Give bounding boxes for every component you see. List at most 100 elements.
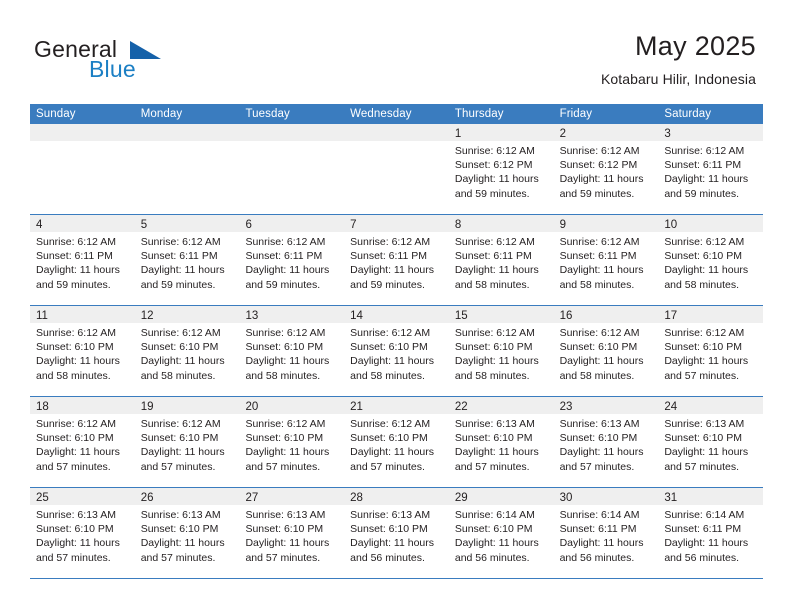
day-details bbox=[344, 141, 449, 144]
day-detail-line: and 59 minutes. bbox=[664, 187, 740, 200]
calendar-day-cell-empty bbox=[344, 124, 449, 214]
day-details: Sunrise: 6:12 AM Sunset: 6:11 PM Daylight:… bbox=[449, 232, 554, 292]
calendar-day-cell-15[interactable]: 15 Sunrise: 6:12 AM Sunset: 6:10 PM Dayligh… bbox=[448, 306, 554, 396]
day-details: Sunrise: 6:12 AM Sunset: 6:11 PM Daylight:… bbox=[30, 232, 135, 292]
calendar-day-cell-26[interactable]: 26 Sunrise: 6:13 AM Sunset: 6:10 PM Dayligh… bbox=[134, 488, 240, 578]
calendar-day-cell-22[interactable]: 22 Sunrise: 6:13 AM Sunset: 6:10 PM Dayligh… bbox=[448, 397, 554, 487]
calendar-day-cell-24[interactable]: 24 Sunrise: 6:13 AM Sunset: 6:10 PM Dayligh… bbox=[658, 397, 764, 487]
weekday-header-sunday: Sunday bbox=[36, 108, 76, 120]
calendar-day-cell-5[interactable]: 5 Sunrise: 6:12 AM Sunset: 6:11 PM Daylight… bbox=[134, 215, 240, 305]
brand-name-blue: Blue bbox=[89, 56, 136, 82]
day-details: Sunrise: 6:13 AM Sunset: 6:10 PM Daylight:… bbox=[658, 414, 763, 474]
day-number-strip: 20 bbox=[239, 397, 345, 414]
day-number: 26 bbox=[140, 492, 154, 504]
day-detail-line: Daylight: 11 hours bbox=[36, 446, 120, 459]
day-detail-line: and 57 minutes. bbox=[245, 460, 321, 473]
calendar-day-cell-27[interactable]: 27 Sunrise: 6:13 AM Sunset: 6:10 PM Dayligh… bbox=[239, 488, 345, 578]
day-detail-line: Sunrise: 6:12 AM bbox=[454, 145, 535, 157]
calendar-day-cell-31[interactable]: 31 Sunrise: 6:14 AM Sunset: 6:11 PM Dayligh… bbox=[658, 488, 764, 578]
day-number-strip: 25 bbox=[30, 488, 135, 505]
calendar-day-cell-20[interactable]: 20 Sunrise: 6:12 AM Sunset: 6:10 PM Dayligh… bbox=[239, 397, 345, 487]
day-detail-line: Sunrise: 6:12 AM bbox=[559, 236, 640, 248]
day-number-strip: 19 bbox=[134, 397, 240, 414]
day-detail-line: Sunset: 6:11 PM bbox=[36, 250, 113, 263]
calendar-day-cell-9[interactable]: 9 Sunrise: 6:12 AM Sunset: 6:11 PM Daylight… bbox=[553, 215, 659, 305]
day-number-strip: 22 bbox=[448, 397, 554, 414]
day-detail-line: and 58 minutes. bbox=[350, 369, 425, 382]
day-detail-line: and 57 minutes. bbox=[350, 460, 425, 473]
calendar-day-cell-14[interactable]: 14 Sunrise: 6:12 AM Sunset: 6:10 PM Dayligh… bbox=[344, 306, 449, 396]
day-number: 3 bbox=[664, 128, 671, 140]
day-number: 16 bbox=[559, 310, 573, 322]
calendar-day-cell-13[interactable]: 13 Sunrise: 6:12 AM Sunset: 6:10 PM Dayligh… bbox=[239, 306, 345, 396]
day-detail-line: Sunset: 6:10 PM bbox=[664, 250, 742, 263]
calendar-day-cell-4[interactable]: 4 Sunrise: 6:12 AM Sunset: 6:11 PM Daylight… bbox=[30, 215, 135, 305]
calendar-day-cell-6[interactable]: 6 Sunrise: 6:12 AM Sunset: 6:11 PM Daylight… bbox=[239, 215, 345, 305]
day-number: 18 bbox=[36, 401, 49, 413]
brand-logo[interactable]: General Blue bbox=[34, 36, 214, 86]
day-number: 15 bbox=[454, 310, 468, 322]
day-detail-line: Sunrise: 6:12 AM bbox=[454, 327, 535, 339]
day-detail-line: Sunrise: 6:12 AM bbox=[140, 236, 221, 248]
day-detail-line: Sunrise: 6:12 AM bbox=[559, 145, 640, 157]
day-detail-line: Daylight: 11 hours bbox=[245, 264, 330, 277]
day-detail-line: Sunrise: 6:12 AM bbox=[664, 327, 745, 339]
day-detail-line: Sunset: 6:12 PM bbox=[559, 159, 638, 172]
day-detail-line: Daylight: 11 hours bbox=[454, 355, 539, 368]
weekday-header-friday: Friday bbox=[559, 108, 593, 120]
day-detail-line: and 58 minutes. bbox=[36, 369, 111, 382]
calendar-day-cell-25[interactable]: 25 Sunrise: 6:13 AM Sunset: 6:10 PM Dayligh… bbox=[30, 488, 135, 578]
day-detail-line: Daylight: 11 hours bbox=[559, 355, 644, 368]
calendar-day-cell-16[interactable]: 16 Sunrise: 6:12 AM Sunset: 6:10 PM Dayligh… bbox=[553, 306, 659, 396]
calendar-day-cell-2[interactable]: 2 Sunrise: 6:12 AM Sunset: 6:12 PM Daylight… bbox=[553, 124, 659, 214]
calendar-day-cell-29[interactable]: 29 Sunrise: 6:14 AM Sunset: 6:10 PM Dayligh… bbox=[448, 488, 554, 578]
calendar-day-cell-3[interactable]: 3 Sunrise: 6:12 AM Sunset: 6:11 PM Daylight… bbox=[658, 124, 764, 214]
day-detail-line: Sunset: 6:10 PM bbox=[36, 341, 114, 354]
calendar-day-cell-empty bbox=[134, 124, 240, 214]
calendar-day-cell-12[interactable]: 12 Sunrise: 6:12 AM Sunset: 6:10 PM Dayligh… bbox=[134, 306, 240, 396]
day-number: 7 bbox=[350, 219, 357, 231]
day-detail-line: Daylight: 11 hours bbox=[454, 537, 539, 550]
calendar-day-cell-10[interactable]: 10 Sunrise: 6:12 AM Sunset: 6:10 PM Dayligh… bbox=[658, 215, 764, 305]
day-detail-line: Sunrise: 6:12 AM bbox=[36, 418, 116, 430]
day-details: Sunrise: 6:12 AM Sunset: 6:10 PM Daylight:… bbox=[658, 323, 763, 383]
day-number-strip: 31 bbox=[658, 488, 764, 505]
day-detail-line: Sunset: 6:11 PM bbox=[559, 250, 637, 263]
calendar-day-cell-8[interactable]: 8 Sunrise: 6:12 AM Sunset: 6:11 PM Daylight… bbox=[448, 215, 554, 305]
day-detail-line: Sunrise: 6:12 AM bbox=[245, 327, 326, 339]
title-block: May 2025 Kotabaru Hilir, Indonesia bbox=[601, 30, 756, 89]
day-number-strip: 11 bbox=[30, 306, 135, 323]
day-detail-line: and 58 minutes. bbox=[245, 369, 321, 382]
calendar-day-cell-30[interactable]: 30 Sunrise: 6:14 AM Sunset: 6:11 PM Dayligh… bbox=[553, 488, 659, 578]
calendar-day-cell-28[interactable]: 28 Sunrise: 6:13 AM Sunset: 6:10 PM Dayligh… bbox=[344, 488, 449, 578]
page-header: General Blue May 2025 Kotabaru Hilir, In… bbox=[0, 0, 792, 100]
day-details bbox=[239, 141, 344, 144]
day-number-strip: 6 bbox=[239, 215, 345, 232]
day-number-strip: 3 bbox=[658, 124, 764, 141]
day-number-strip: 8 bbox=[448, 215, 554, 232]
calendar-day-cell-1[interactable]: 1 Sunrise: 6:12 AM Sunset: 6:12 PM Daylight… bbox=[448, 124, 554, 214]
calendar-day-cell-7[interactable]: 7 Sunrise: 6:12 AM Sunset: 6:11 PM Daylight… bbox=[344, 215, 449, 305]
calendar-week-row: 1 Sunrise: 6:12 AM Sunset: 6:12 PM Daylight… bbox=[30, 124, 764, 215]
day-detail-line: Daylight: 11 hours bbox=[559, 446, 644, 459]
calendar-day-cell-11[interactable]: 11 Sunrise: 6:12 AM Sunset: 6:10 PM Dayligh… bbox=[30, 306, 135, 396]
day-detail-line: and 57 minutes. bbox=[664, 369, 740, 382]
day-detail-line: Sunrise: 6:13 AM bbox=[664, 418, 745, 430]
day-number-strip: 30 bbox=[553, 488, 659, 505]
calendar-day-cell-19[interactable]: 19 Sunrise: 6:12 AM Sunset: 6:10 PM Dayligh… bbox=[134, 397, 240, 487]
day-detail-line: and 56 minutes. bbox=[454, 551, 530, 564]
calendar-day-cell-17[interactable]: 17 Sunrise: 6:12 AM Sunset: 6:10 PM Dayligh… bbox=[658, 306, 764, 396]
day-number: 30 bbox=[559, 492, 573, 504]
calendar-page: General Blue May 2025 Kotabaru Hilir, In… bbox=[0, 0, 792, 612]
day-detail-line: and 59 minutes. bbox=[245, 278, 321, 291]
calendar-day-cell-18[interactable]: 18 Sunrise: 6:12 AM Sunset: 6:10 PM Dayligh… bbox=[30, 397, 135, 487]
day-number: 2 bbox=[559, 128, 566, 140]
calendar-day-cell-21[interactable]: 21 Sunrise: 6:12 AM Sunset: 6:10 PM Dayligh… bbox=[344, 397, 449, 487]
day-detail-line: Sunset: 6:10 PM bbox=[664, 432, 742, 445]
day-details: Sunrise: 6:12 AM Sunset: 6:10 PM Daylight:… bbox=[239, 323, 344, 383]
day-detail-line: and 57 minutes. bbox=[140, 460, 216, 473]
day-number-strip bbox=[344, 124, 449, 141]
calendar-day-cell-23[interactable]: 23 Sunrise: 6:13 AM Sunset: 6:10 PM Dayligh… bbox=[553, 397, 659, 487]
day-detail-line: Daylight: 11 hours bbox=[454, 264, 539, 277]
day-number-strip: 17 bbox=[658, 306, 764, 323]
